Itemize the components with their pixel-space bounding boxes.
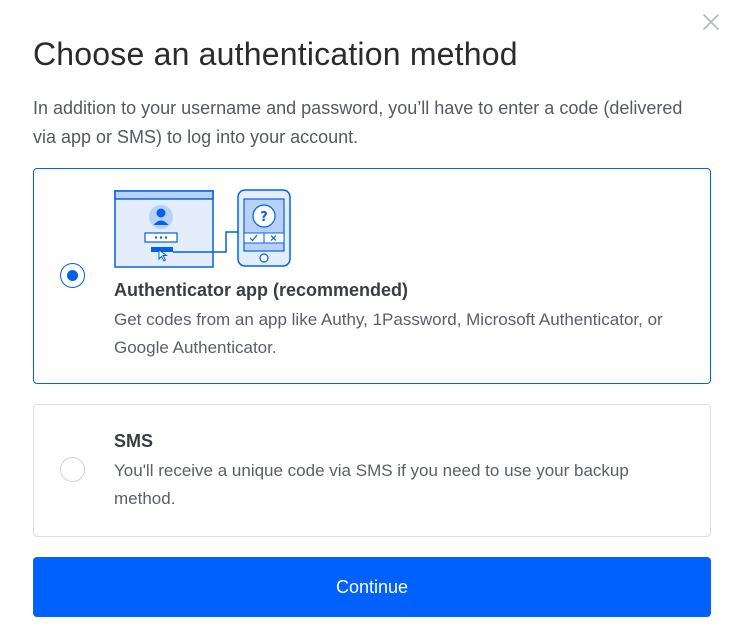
radio-dot (67, 270, 78, 281)
radio-authenticator-selected[interactable] (60, 263, 85, 288)
svg-text:?: ? (260, 210, 268, 225)
dialog-title: Choose an authentication method (33, 36, 518, 72)
dialog-description: In addition to your username and passwor… (33, 98, 683, 147)
continue-button[interactable]: Continue (33, 557, 711, 617)
option-authenticator-description: Get codes from an app like Authy, 1Passw… (114, 310, 663, 357)
authenticator-illustration: ? (114, 189, 291, 268)
option-sms-description: You'll receive a unique code via SMS if … (114, 461, 629, 508)
option-authenticator-app[interactable]: ? Authenticator app (recommended) Get co… (33, 168, 711, 384)
auth-method-dialog: Choose an authentication method In addit… (0, 0, 733, 633)
close-button[interactable] (701, 12, 721, 32)
close-icon (703, 14, 719, 30)
radio-sms-unselected[interactable] (60, 457, 85, 482)
option-sms-title: SMS (114, 431, 154, 451)
option-authenticator-title: Authenticator app (recommended) (114, 280, 409, 300)
option-sms[interactable]: SMS You'll receive a unique code via SMS… (33, 404, 711, 537)
